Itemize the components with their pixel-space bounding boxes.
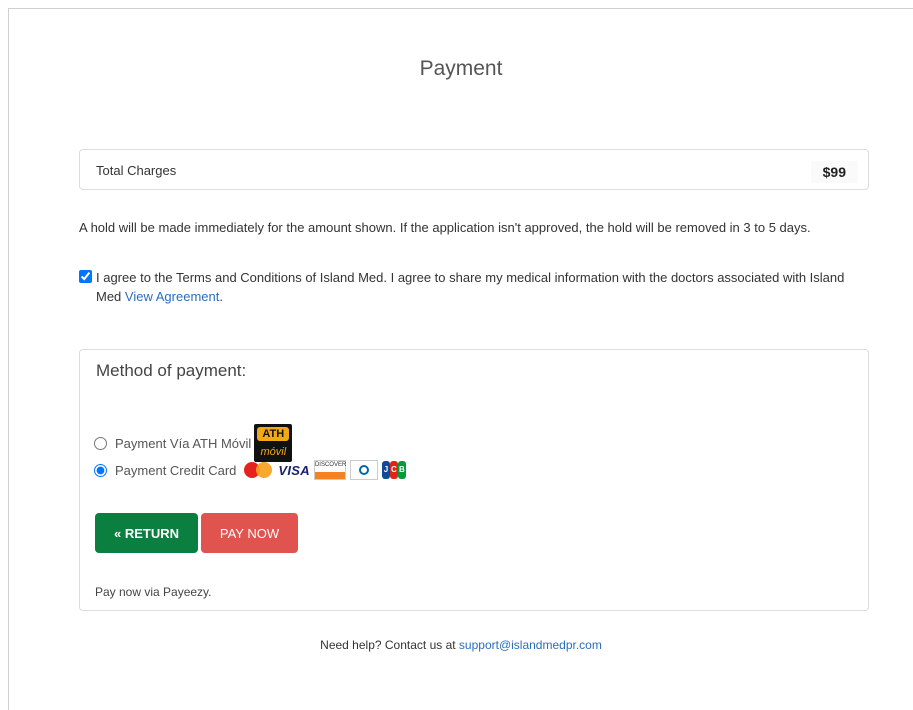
terms-agreement: I agree to the Terms and Conditions of I…	[79, 268, 869, 306]
help-text: Need help? Contact us at	[320, 638, 456, 652]
jcb-icon: J C B	[381, 461, 406, 479]
ath-logo-top: ATH	[257, 427, 290, 441]
card-logos: VISA DISCOVER J C B	[242, 460, 406, 480]
total-charges-panel: Total Charges $99	[79, 149, 869, 190]
mastercard-icon	[242, 460, 274, 480]
terms-checkbox[interactable]	[79, 270, 92, 283]
return-button[interactable]: « RETURN	[95, 513, 198, 553]
diners-club-icon	[349, 460, 378, 480]
jcb-b: B	[397, 461, 406, 479]
help-footer: Need help? Contact us at support@islandm…	[9, 638, 913, 652]
payment-method-title: Method of payment:	[96, 361, 247, 380]
ath-movil-logo-icon: ATH móvil	[254, 424, 293, 462]
visa-icon: VISA	[278, 462, 310, 478]
discover-icon: DISCOVER	[313, 460, 346, 480]
credit-card-radio[interactable]	[94, 463, 107, 477]
ath-movil-option[interactable]: Payment Vía ATH Móvil ATH móvil	[94, 424, 293, 462]
payment-method-panel: Method of payment: Payment Vía ATH Móvil…	[79, 349, 869, 611]
support-email-link[interactable]: support@islandmedpr.com	[459, 638, 602, 652]
ath-movil-radio[interactable]	[94, 436, 107, 450]
terms-period: .	[219, 289, 223, 304]
pay-now-button[interactable]: PAY NOW	[201, 513, 298, 553]
jcb-c: C	[389, 461, 398, 479]
view-agreement-link[interactable]: View Agreement	[125, 289, 219, 304]
page-title: Payment	[419, 57, 503, 80]
hold-notice: A hold will be made immediately for the …	[79, 220, 811, 235]
ath-logo-bottom: móvil	[260, 446, 287, 458]
page-frame: Payment Total Charges $99 A hold will be…	[8, 8, 913, 710]
credit-card-label: Payment Credit Card	[115, 462, 237, 478]
ath-movil-label: Payment Vía ATH Móvil	[115, 435, 252, 451]
payeezy-note: Pay now via Payeezy.	[95, 585, 212, 599]
jcb-j: J	[381, 461, 390, 479]
terms-label[interactable]: I agree to the Terms and Conditions of I…	[79, 268, 869, 306]
total-charges-amount: $99	[810, 161, 858, 183]
credit-card-option[interactable]: Payment Credit Card VISA DISCOVER J C B	[94, 460, 406, 480]
total-charges-label: Total Charges	[96, 163, 177, 178]
